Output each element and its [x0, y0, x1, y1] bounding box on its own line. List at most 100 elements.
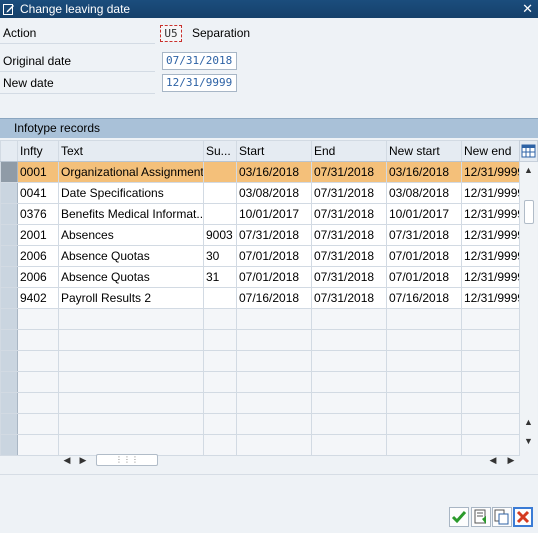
empty-cell — [311, 308, 387, 330]
empty-cell — [236, 350, 312, 372]
empty-cell — [311, 329, 387, 351]
column-header[interactable]: Start — [236, 140, 312, 162]
table-row[interactable]: 2001 Absences 9003 07/31/2018 07/31/2018… — [0, 224, 520, 246]
row-selector[interactable] — [0, 266, 18, 288]
copy-button[interactable] — [492, 507, 512, 527]
vertical-scroll-thumb[interactable] — [524, 200, 534, 224]
column-settings-button[interactable] — [519, 140, 538, 162]
table-cell: 03/08/2018 — [236, 182, 312, 204]
table-cell: 2001 — [17, 224, 59, 246]
row-selector[interactable] — [0, 182, 18, 204]
table-cell: 07/31/2018 — [311, 224, 387, 246]
empty-cell — [311, 413, 387, 435]
edit-icon — [3, 4, 14, 15]
empty-cell — [236, 371, 312, 393]
empty-cell — [311, 392, 387, 414]
empty-cell — [58, 413, 204, 435]
table-row[interactable]: 2006 Absence Quotas 30 07/01/2018 07/31/… — [0, 245, 520, 267]
table-cell: Absences — [58, 224, 204, 246]
table-cell: 0001 — [17, 161, 59, 183]
empty-cell — [58, 350, 204, 372]
empty-cell — [461, 329, 520, 351]
empty-cell — [58, 329, 204, 351]
empty-cell — [386, 308, 462, 330]
table-row[interactable]: 0001 Organizational Assignment 03/16/201… — [0, 161, 520, 183]
table-cell: 12/31/9999 — [461, 224, 520, 246]
horizontal-scroll-thumb[interactable]: ⋮⋮⋮ — [96, 454, 158, 466]
empty-cell — [203, 308, 237, 330]
scroll-left-end-icon[interactable]: ◀ — [486, 452, 500, 468]
select-all-cell[interactable] — [0, 140, 18, 162]
table-cell — [203, 203, 237, 225]
empty-cell — [58, 392, 204, 414]
table-cell: 07/31/2018 — [311, 266, 387, 288]
column-header[interactable]: Text — [58, 140, 204, 162]
table-cell — [203, 287, 237, 309]
new-date-row: New date 12/31/9999 — [0, 72, 538, 94]
empty-cell — [17, 434, 59, 456]
table-cell — [203, 182, 237, 204]
table-cell: 0041 — [17, 182, 59, 204]
empty-cell — [17, 392, 59, 414]
table-cell: Benefits Medical Informat... — [58, 203, 204, 225]
column-header[interactable]: Su... — [203, 140, 237, 162]
row-selector — [0, 350, 18, 372]
empty-cell — [386, 392, 462, 414]
table-cell: 07/31/2018 — [311, 182, 387, 204]
empty-cell — [461, 308, 520, 330]
table-cell: 03/16/2018 — [236, 161, 312, 183]
row-selector[interactable] — [0, 224, 18, 246]
original-date-row: Original date 07/31/2018 — [0, 50, 538, 72]
new-date-field[interactable]: 12/31/9999 — [162, 74, 237, 92]
scroll-left-icon[interactable]: ◀ — [60, 452, 74, 468]
table-cell: 9003 — [203, 224, 237, 246]
scroll-down-icon[interactable]: ▼ — [520, 433, 537, 450]
row-selector — [0, 413, 18, 435]
action-code-field[interactable]: U5 — [160, 25, 182, 42]
empty-cell — [17, 413, 59, 435]
row-selector[interactable] — [0, 287, 18, 309]
empty-cell — [236, 329, 312, 351]
empty-cell — [236, 413, 312, 435]
scroll-top-icon[interactable]: ▲ — [520, 414, 537, 431]
row-selector[interactable] — [0, 245, 18, 267]
column-header[interactable]: New start — [386, 140, 462, 162]
row-selector[interactable] — [0, 161, 18, 183]
empty-row — [0, 329, 520, 351]
table-cell: 10/01/2017 — [386, 203, 462, 225]
table-cell: 07/31/2018 — [311, 245, 387, 267]
details-button[interactable] — [471, 507, 491, 527]
table-cell: Date Specifications — [58, 182, 204, 204]
column-header[interactable]: Infty — [17, 140, 59, 162]
empty-cell — [203, 413, 237, 435]
original-date-field[interactable]: 07/31/2018 — [162, 52, 237, 70]
action-label: Action — [0, 22, 155, 44]
table-row[interactable]: 9402 Payroll Results 2 07/16/2018 07/31/… — [0, 287, 520, 309]
vertical-scrollbar[interactable]: ▲ ▲ ▼ — [520, 162, 537, 450]
empty-cell — [386, 329, 462, 351]
table-row[interactable]: 0041 Date Specifications 03/08/2018 07/3… — [0, 182, 520, 204]
scroll-up-icon[interactable]: ▲ — [520, 162, 537, 179]
table-cell: 07/31/2018 — [311, 161, 387, 183]
table-cell: Absence Quotas — [58, 245, 204, 267]
horizontal-scrollbar[interactable]: ◀ ▶ ⋮⋮⋮ ◀ ▶ — [60, 452, 520, 468]
table-row[interactable]: 0376 Benefits Medical Informat... 10/01/… — [0, 203, 520, 225]
column-header[interactable]: New end — [461, 140, 520, 162]
table-cell: 12/31/9999 — [461, 287, 520, 309]
table-cell: 31 — [203, 266, 237, 288]
table-cell: 12/31/9999 — [461, 245, 520, 267]
row-selector[interactable] — [0, 203, 18, 225]
scroll-right-small-icon[interactable]: ▶ — [76, 452, 90, 468]
table-row[interactable]: 2006 Absence Quotas 31 07/01/2018 07/31/… — [0, 266, 520, 288]
empty-row — [0, 392, 520, 414]
cancel-button[interactable] — [513, 507, 533, 527]
column-header[interactable]: End — [311, 140, 387, 162]
close-icon[interactable]: ✕ — [522, 1, 533, 17]
table-cell: 07/01/2018 — [386, 245, 462, 267]
scroll-right-icon[interactable]: ▶ — [504, 452, 518, 468]
title-bar: Change leaving date ✕ — [0, 0, 538, 18]
action-text: Separation — [192, 26, 251, 40]
empty-cell — [461, 392, 520, 414]
ok-button[interactable] — [449, 507, 469, 527]
empty-cell — [461, 371, 520, 393]
